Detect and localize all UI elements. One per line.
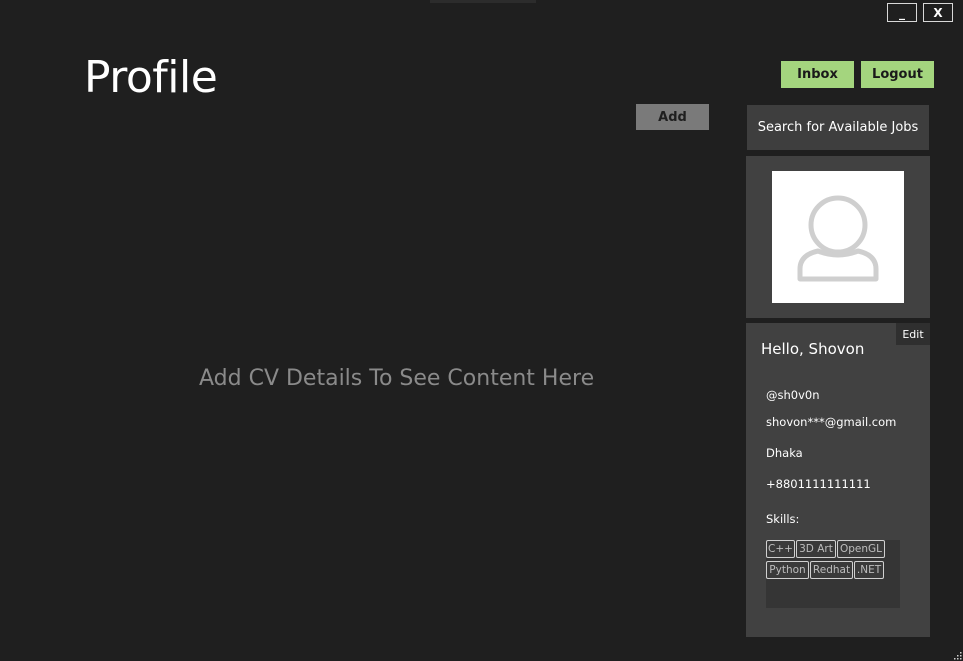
skills-list: C++ 3D Art OpenGL Python Redhat .NET (766, 540, 900, 608)
resize-grip-icon[interactable] (952, 650, 962, 660)
skill-tag[interactable]: C++ (766, 540, 795, 558)
add-cv-button[interactable]: Add (636, 104, 709, 130)
close-button[interactable]: X (923, 3, 953, 22)
location-text: Dhaka (766, 446, 803, 460)
skills-label: Skills: (766, 512, 800, 526)
skill-tag[interactable]: 3D Art (796, 540, 836, 558)
email-text: shovon***@gmail.com (766, 415, 897, 429)
app-window: _ X Profile Inbox Logout Add Add CV Deta… (0, 0, 963, 661)
skill-tag[interactable]: Python (766, 561, 809, 579)
empty-content-message: Add CV Details To See Content Here (199, 366, 595, 391)
edit-profile-button[interactable]: Edit (896, 323, 930, 345)
avatar[interactable] (772, 171, 904, 303)
inbox-button[interactable]: Inbox (781, 61, 854, 88)
skills-row: C++ 3D Art OpenGL (766, 540, 900, 561)
phone-text: +8801111111111 (766, 477, 871, 491)
greeting-text: Hello, Shovon (761, 340, 865, 358)
minimize-button[interactable]: _ (887, 3, 917, 22)
skill-tag[interactable]: Redhat (810, 561, 853, 579)
skills-row: Python Redhat .NET (766, 561, 900, 582)
skill-tag[interactable]: OpenGL (837, 540, 885, 558)
avatar-panel (746, 156, 930, 318)
title-drag-handle[interactable] (430, 0, 536, 3)
profile-info-panel: Edit Hello, Shovon @sh0v0n shovon***@gma… (746, 323, 930, 637)
username-text: @sh0v0n (766, 388, 820, 402)
search-jobs-button[interactable]: Search for Available Jobs (747, 105, 929, 150)
skill-tag[interactable]: .NET (854, 561, 884, 579)
logout-button[interactable]: Logout (861, 61, 934, 88)
page-title: Profile (84, 52, 218, 103)
user-avatar-icon (797, 195, 879, 282)
